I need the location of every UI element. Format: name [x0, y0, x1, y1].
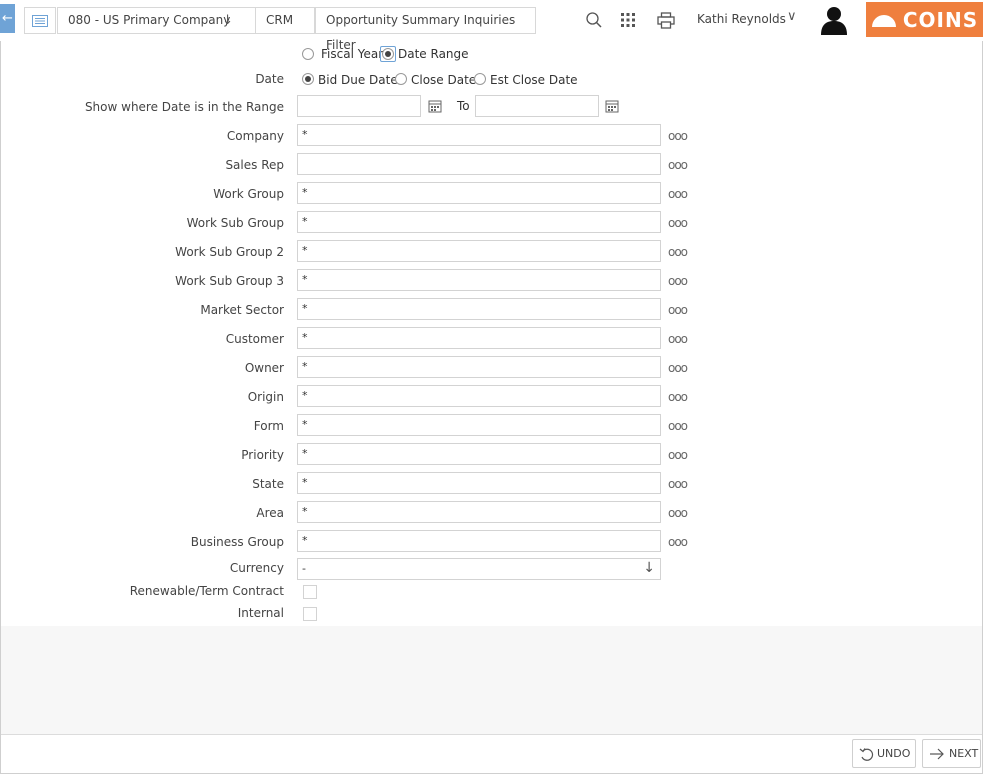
arrow-down-icon[interactable]: ↓	[643, 560, 655, 576]
lookup-ellipsis-icon[interactable]: ooo	[668, 217, 688, 229]
form-type-label: Form	[253, 419, 284, 433]
business-group-label: Business Group	[190, 535, 284, 549]
radio-date-range[interactable]	[382, 48, 394, 60]
company-field[interactable]: *	[297, 124, 661, 146]
lookup-ellipsis-icon[interactable]: ooo	[668, 449, 688, 461]
breadcrumb-page: Opportunity Summary Inquiries Filter	[315, 7, 536, 52]
range-to-label: To	[457, 99, 470, 113]
area-field[interactable]: *	[297, 501, 661, 523]
range-label: Show where Date is in the Range	[84, 100, 284, 114]
radio-fiscal-year-label: Fiscal Year	[321, 47, 384, 61]
footer-bar: UNDO NEXT	[1, 734, 982, 773]
currency-select[interactable]: - ↓	[297, 558, 661, 580]
work-sub-group-2-label: Work Sub Group 2	[175, 245, 284, 259]
lookup-ellipsis-icon[interactable]: ooo	[668, 188, 688, 200]
area-label: Area	[256, 506, 284, 520]
radio-close-date-label: Close Date	[411, 73, 477, 87]
print-icon[interactable]	[656, 10, 676, 30]
work-sub-group-field[interactable]: *	[297, 211, 661, 233]
owner-field[interactable]: *	[297, 356, 661, 378]
range-to-input[interactable]	[475, 95, 599, 117]
breadcrumb-company-label: 080 - US Primary Company	[68, 13, 231, 27]
lookup-ellipsis-icon[interactable]: ooo	[668, 159, 688, 171]
filter-form: Fiscal Year Date Range Date Bid Due Date…	[0, 41, 983, 626]
form-type-field[interactable]: *	[297, 414, 661, 436]
state-field[interactable]: *	[297, 472, 661, 494]
breadcrumb-crm[interactable]: CRM	[255, 7, 315, 34]
origin-label: Origin	[247, 390, 284, 404]
radio-est-close-date[interactable]	[474, 73, 486, 85]
renewable-checkbox[interactable]	[303, 585, 317, 599]
lookup-ellipsis-icon[interactable]: ooo	[668, 130, 688, 142]
radio-est-close-date-label: Est Close Date	[490, 73, 578, 87]
breadcrumb-crm-label: CRM	[266, 13, 294, 27]
arrow-right-icon	[930, 748, 944, 759]
radio-bid-due-date[interactable]	[302, 73, 314, 85]
market-sector-label: Market Sector	[200, 303, 284, 317]
work-sub-group-label: Work Sub Group	[186, 216, 284, 230]
calendar-icon[interactable]	[605, 99, 619, 113]
currency-label: Currency	[229, 561, 284, 575]
radio-close-date[interactable]	[395, 73, 407, 85]
internal-label: Internal	[237, 606, 284, 620]
market-sector-field[interactable]: *	[297, 298, 661, 320]
internal-checkbox[interactable]	[303, 607, 317, 621]
next-label: NEXT	[949, 747, 979, 760]
chevron-down-icon[interactable]: ∨	[787, 9, 797, 24]
undo-label: UNDO	[877, 747, 911, 760]
lookup-ellipsis-icon[interactable]: ooo	[668, 536, 688, 548]
radio-fiscal-year[interactable]	[302, 48, 314, 60]
date-label: Date	[255, 72, 284, 86]
breadcrumb-company[interactable]: 080 - US Primary Company ↓	[57, 7, 264, 34]
avatar[interactable]	[820, 5, 848, 35]
business-group-field[interactable]: *	[297, 530, 661, 552]
lookup-ellipsis-icon[interactable]: ooo	[668, 507, 688, 519]
lookup-ellipsis-icon[interactable]: ooo	[668, 275, 688, 287]
work-group-label: Work Group	[213, 187, 284, 201]
calendar-icon[interactable]	[428, 99, 442, 113]
owner-label: Owner	[244, 361, 284, 375]
coins-logo: COINS	[866, 2, 983, 37]
arrow-down-icon[interactable]: ↓	[222, 8, 233, 33]
undo-icon	[859, 747, 874, 761]
lookup-ellipsis-icon[interactable]: ooo	[668, 420, 688, 432]
origin-field[interactable]: *	[297, 385, 661, 407]
state-label: State	[252, 477, 284, 491]
radio-bid-due-date-label: Bid Due Date	[318, 73, 398, 87]
range-from-input[interactable]	[297, 95, 421, 117]
empty-content-area	[1, 626, 982, 734]
work-group-field[interactable]: *	[297, 182, 661, 204]
company-label: Company	[226, 129, 284, 143]
next-button[interactable]: NEXT	[922, 739, 981, 768]
lookup-ellipsis-icon[interactable]: ooo	[668, 304, 688, 316]
search-icon[interactable]	[584, 10, 604, 30]
lookup-ellipsis-icon[interactable]: ooo	[668, 362, 688, 374]
lookup-ellipsis-icon[interactable]: ooo	[668, 391, 688, 403]
lookup-ellipsis-icon[interactable]: ooo	[668, 333, 688, 345]
lookup-ellipsis-icon[interactable]: ooo	[668, 246, 688, 258]
radio-date-range-label: Date Range	[398, 47, 469, 61]
back-arrow-icon[interactable]: ←	[0, 4, 15, 33]
menu-list-icon[interactable]	[24, 7, 56, 34]
lookup-ellipsis-icon[interactable]: ooo	[668, 478, 688, 490]
renewable-label: Renewable/Term Contract	[129, 584, 284, 598]
priority-label: Priority	[241, 448, 284, 462]
currency-value: -	[302, 562, 306, 575]
work-sub-group-3-label: Work Sub Group 3	[175, 274, 284, 288]
priority-field[interactable]: *	[297, 443, 661, 465]
undo-button[interactable]: UNDO	[852, 739, 916, 768]
apps-grid-icon[interactable]	[618, 10, 638, 30]
logo-text: COINS	[902, 7, 979, 32]
user-name[interactable]: Kathi Reynolds	[697, 12, 786, 26]
customer-field[interactable]: *	[297, 327, 661, 349]
work-sub-group-3-field[interactable]: *	[297, 269, 661, 291]
sales-rep-label: Sales Rep	[225, 158, 284, 172]
sales-rep-field[interactable]	[297, 153, 661, 175]
header-bar: ← 080 - US Primary Company ↓ CRM Opportu…	[0, 0, 983, 52]
work-sub-group-2-field[interactable]: *	[297, 240, 661, 262]
customer-label: Customer	[225, 332, 284, 346]
